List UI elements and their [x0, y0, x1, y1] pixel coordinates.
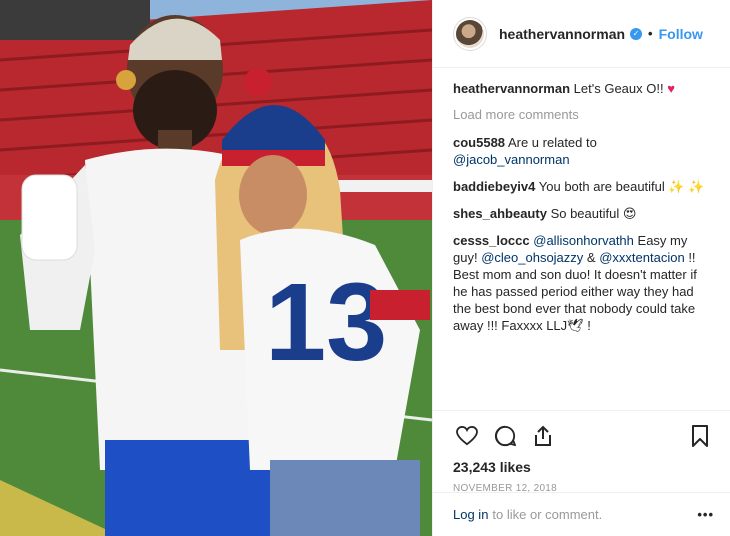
post-header: heathervannorman ✓ • Follow [433, 0, 730, 68]
photo-illustration: 13 [0, 0, 432, 536]
instagram-post: 13 heathervannorman ✓ • Follow heatherva… [0, 0, 730, 536]
share-icon[interactable] [529, 422, 557, 450]
action-icons [453, 421, 714, 451]
load-more-comments-link[interactable]: Load more comments [453, 107, 710, 122]
comment-username[interactable]: baddiebeyiv4 [453, 179, 535, 194]
login-link[interactable]: Log in [453, 507, 488, 522]
post-actions: 23,243 likes NOVEMBER 12, 2018 [433, 410, 730, 494]
comment-username[interactable]: cou5588 [453, 135, 505, 150]
post-footer: Log in to like or comment. ••• [433, 492, 730, 536]
comment-text: So beautiful [550, 206, 620, 221]
avatar-image [456, 19, 484, 48]
comment-item: shes_ahbeauty So beautiful 😍 [453, 205, 710, 222]
more-options-icon[interactable]: ••• [697, 507, 714, 522]
like-count[interactable]: 23,243 likes [453, 459, 714, 475]
comment-text: Are u related to [507, 135, 597, 150]
sparkles-emoji: ✨ ✨ [668, 179, 705, 194]
comment-mention[interactable]: @xxxtentacion [599, 250, 684, 265]
caption-username[interactable]: heathervannorman [453, 81, 570, 96]
comment-mention[interactable]: @allisonhorvathh [533, 233, 634, 248]
svg-text:13: 13 [265, 261, 387, 384]
verified-badge-icon: ✓ [630, 27, 643, 40]
comment-item: cou5588 Are u related to @jacob_vannorma… [453, 134, 710, 168]
red-heart-emoji: ♥ [667, 81, 675, 96]
comment-text: ! [587, 318, 591, 333]
post-photo[interactable]: 13 [0, 0, 432, 536]
post-sidebar: heathervannorman ✓ • Follow heathervanno… [432, 0, 730, 536]
comment-text: You both are beautiful [538, 179, 665, 194]
follow-button[interactable]: Follow [659, 26, 703, 42]
header-username[interactable]: heathervannorman [499, 26, 625, 42]
comment-username[interactable]: shes_ahbeauty [453, 206, 547, 221]
dove-emoji: 🕊 [567, 318, 584, 333]
header-separator: • [648, 26, 653, 41]
comment-text: & [586, 250, 596, 265]
comment-mention[interactable]: @cleo_ohsojazzy [481, 250, 583, 265]
caption-text: Let's Geaux O!! [573, 81, 664, 96]
comment-item: cesss_loccc @allisonhorvathh Easy my guy… [453, 232, 710, 334]
comments-list: heathervannorman Let's Geaux O!! ♥ Load … [433, 68, 730, 334]
login-prompt-text: to like or comment. [492, 507, 603, 522]
bookmark-icon[interactable] [686, 422, 714, 450]
comment-username[interactable]: cesss_loccc [453, 233, 530, 248]
avatar[interactable] [453, 16, 487, 51]
heart-eyes-emoji: 😍 [622, 206, 637, 221]
comment-icon[interactable] [491, 422, 519, 450]
heart-icon[interactable] [453, 422, 481, 450]
comment-item: baddiebeyiv4 You both are beautiful ✨ ✨ [453, 178, 710, 195]
caption: heathervannorman Let's Geaux O!! ♥ [453, 80, 710, 97]
comment-mention[interactable]: @jacob_vannorman [453, 152, 570, 167]
